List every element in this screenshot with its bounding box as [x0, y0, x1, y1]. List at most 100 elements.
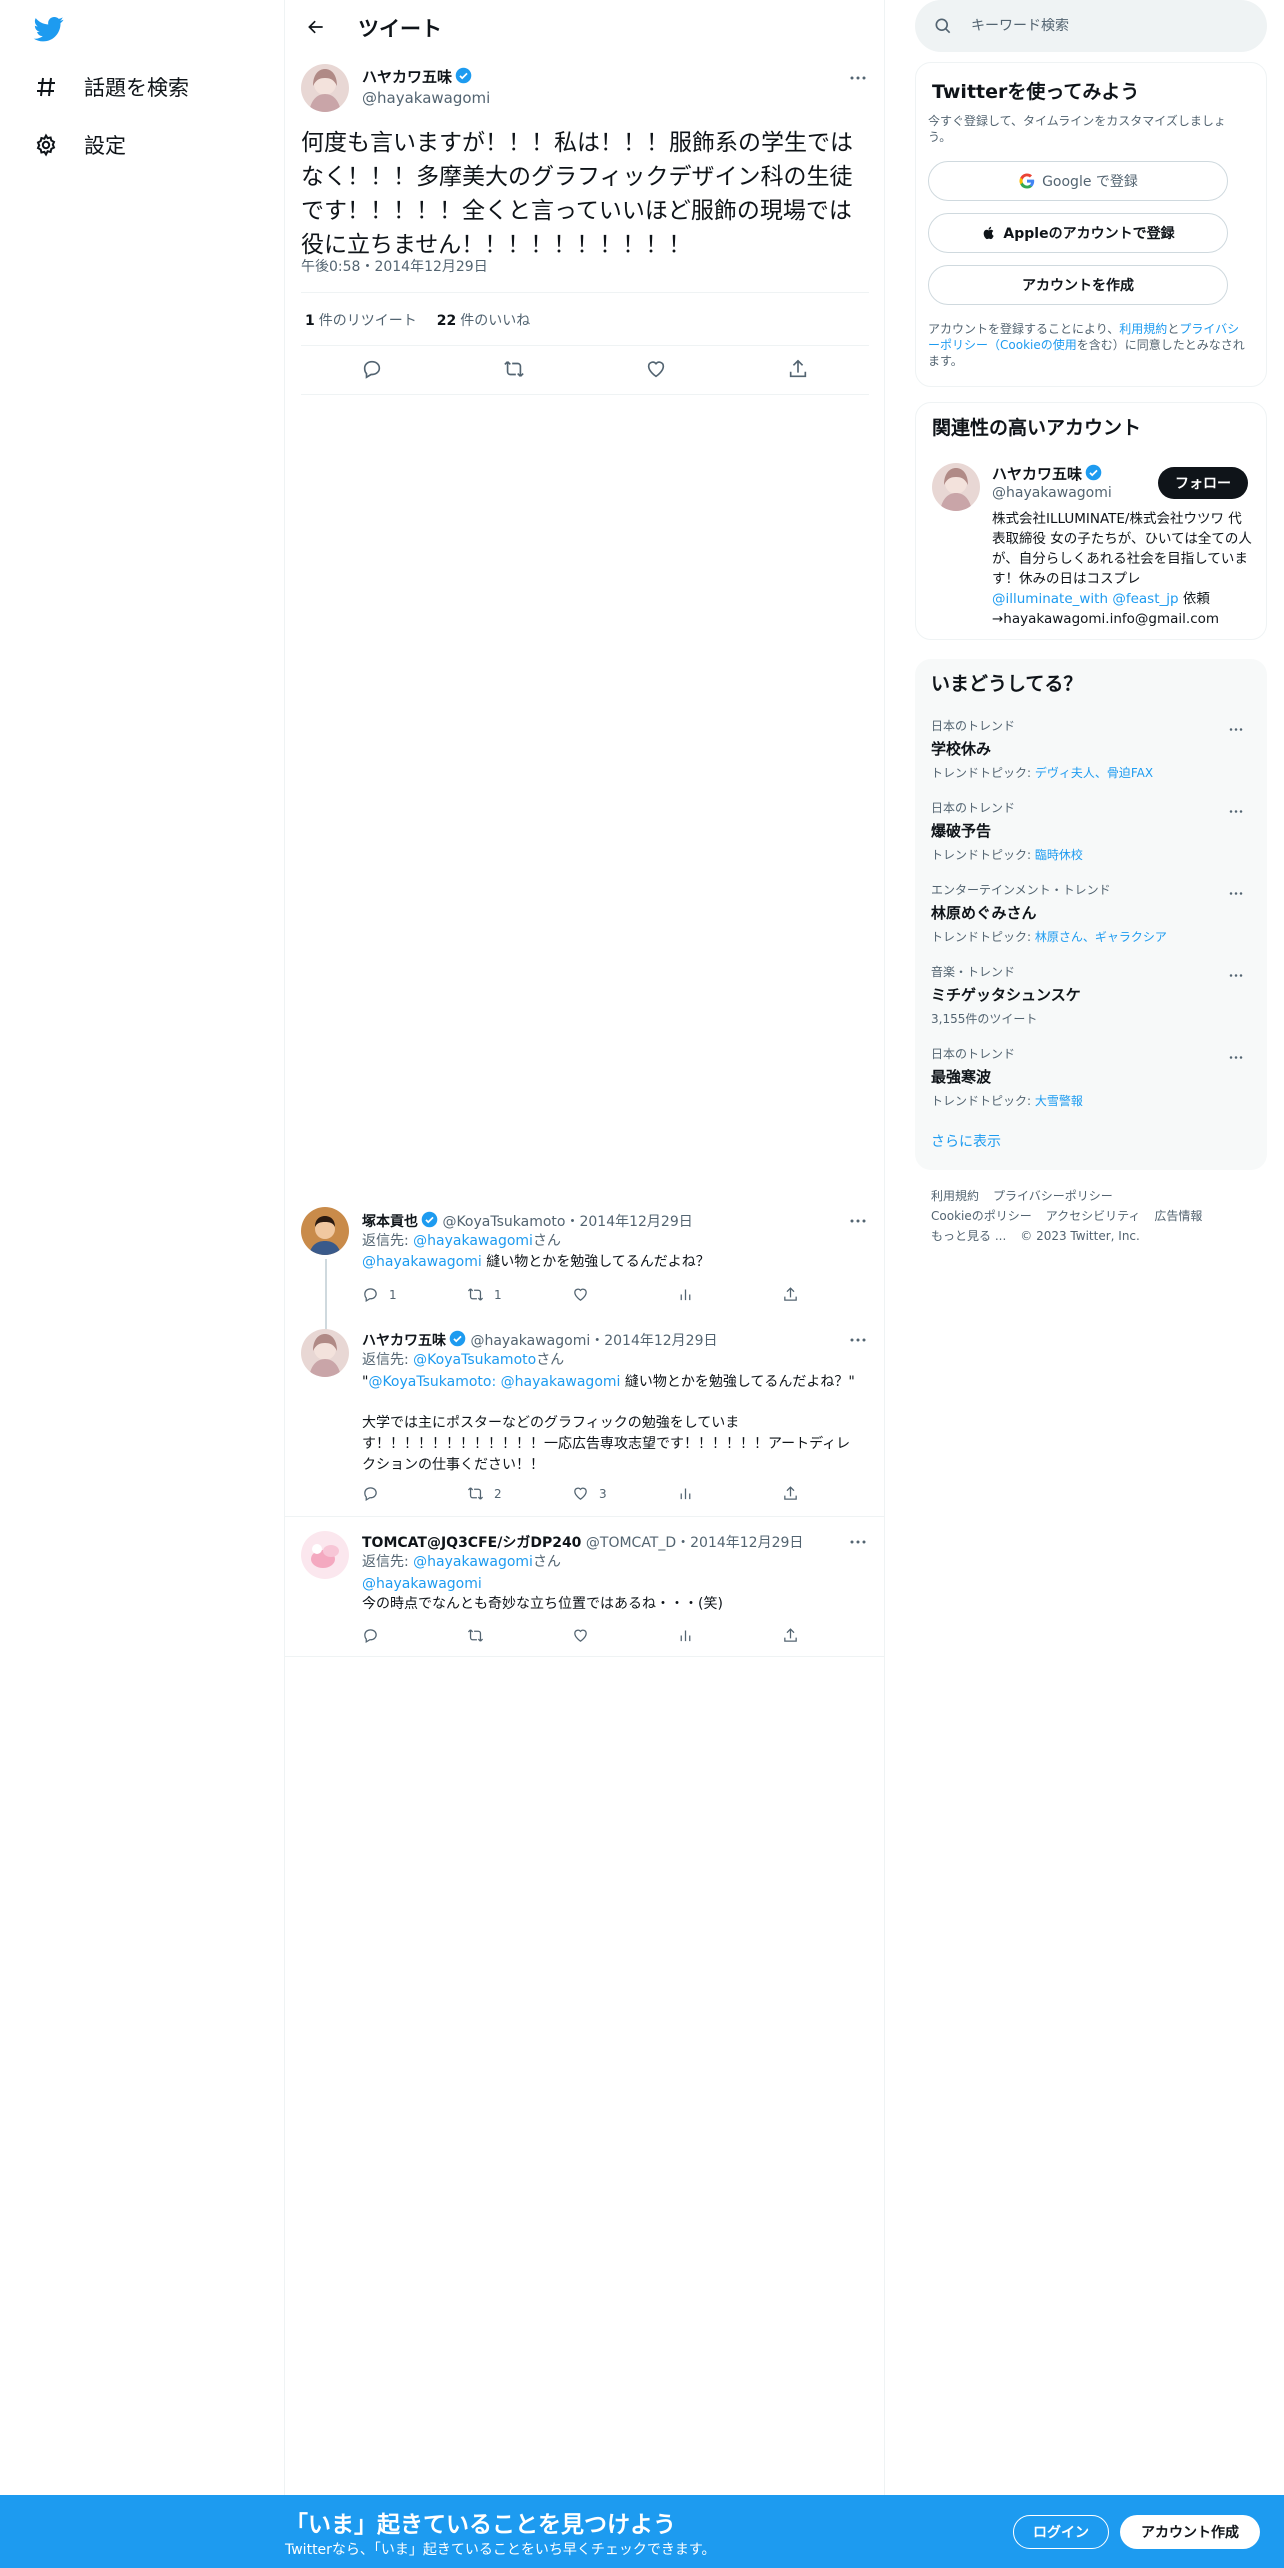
trend-topic-prefix: トレンドトピック: — [931, 766, 1035, 780]
footer-link[interactable]: Cookieのポリシー — [931, 1209, 1032, 1223]
mention-link[interactable]: @hayakawagomi — [362, 1254, 482, 1270]
more-options-button[interactable] — [1223, 719, 1249, 739]
retweet-icon — [467, 1487, 484, 1500]
retweet-stat-label: 件のリツイート — [318, 313, 417, 329]
reply-author-handle[interactable]: @KoyaTsukamoto — [442, 1214, 565, 1230]
trend-topic-link[interactable]: 林原さん、ギャラクシア — [1035, 930, 1167, 944]
nav-item-settings[interactable]: 設定 — [32, 130, 126, 160]
like-button[interactable] — [572, 1627, 632, 1644]
share-button[interactable] — [782, 1485, 802, 1502]
reply-date[interactable]: ・2014年12月29日 — [590, 1333, 717, 1349]
replying-to-link[interactable]: @KoyaTsukamoto — [413, 1352, 536, 1368]
related-author-handle[interactable]: @hayakawagomi — [992, 485, 1112, 501]
retweet-button[interactable] — [467, 1627, 527, 1644]
trend-item[interactable]: 日本のトレンド 学校休み トレンドトピック: デヴィ夫人、骨迫FAX — [931, 717, 1251, 781]
reply-author-name[interactable]: ハヤカワ五味 — [362, 1333, 446, 1349]
apple-signup-button[interactable]: Appleのアカウントで登録 — [928, 213, 1228, 253]
mention-link[interactable]: @KoyaTsukamoto — [368, 1374, 491, 1390]
nav-item-explore[interactable]: 話題を検索 — [32, 72, 189, 102]
reply-button[interactable] — [361, 358, 383, 380]
like-button[interactable]: 3 — [572, 1485, 632, 1502]
replying-to-link[interactable]: @hayakawagomi — [413, 1233, 533, 1249]
avatar[interactable] — [301, 1329, 349, 1377]
trend-item[interactable]: エンターテインメント・トレンド 林原めぐみさん トレンドトピック: 林原さん、ギ… — [931, 881, 1251, 945]
reply-author-handle[interactable]: @TOMCAT_D — [586, 1535, 676, 1551]
bar-chart-icon — [680, 1630, 691, 1642]
search-input[interactable] — [971, 18, 1251, 34]
tweet-timestamp[interactable]: 午後0:58・2014年12月29日 — [301, 256, 488, 276]
trend-topic-link[interactable]: 臨時休校 — [1035, 848, 1083, 862]
more-options-button[interactable] — [845, 1211, 871, 1231]
avatar[interactable] — [301, 1207, 349, 1255]
retweet-stat[interactable]: 1 件のリツイート — [305, 310, 417, 330]
heart-icon — [574, 1288, 587, 1301]
show-more-link[interactable]: さらに表示 — [931, 1131, 1001, 1151]
like-button[interactable] — [572, 1286, 632, 1303]
related-author-name[interactable]: ハヤカワ五味 — [992, 463, 1102, 484]
arrow-left-icon — [308, 20, 323, 34]
mention-link[interactable]: @feast_jp — [1112, 591, 1178, 607]
author-name-text: ハヤカワ五味 — [362, 68, 453, 86]
trend-topic-link[interactable]: デヴィ夫人、骨迫FAX — [1035, 766, 1153, 780]
avatar[interactable] — [932, 463, 980, 511]
reply-icon — [364, 1487, 377, 1502]
nav-item-label: 設定 — [84, 134, 126, 158]
views-button[interactable] — [677, 1286, 737, 1303]
author-handle[interactable]: @hayakawagomi — [362, 89, 490, 107]
terms-link[interactable]: 利用規約 — [1119, 322, 1167, 336]
more-options-button[interactable] — [845, 68, 871, 88]
mention-link[interactable]: @hayakawagomi — [362, 1576, 482, 1592]
trend-item[interactable]: 日本のトレンド 最強寒波 トレンドトピック: 大雪警報 — [931, 1045, 1251, 1109]
reply-tweet[interactable]: 塚本貢也 @KoyaTsukamoto・2014年12月29日 返信先: @ha… — [285, 1195, 885, 1359]
footer-link[interactable]: 利用規約 — [931, 1189, 979, 1203]
reply-button[interactable] — [362, 1485, 422, 1502]
avatar[interactable] — [301, 1531, 349, 1579]
footer-more-link[interactable]: もっと見る ... — [931, 1229, 1006, 1243]
more-options-button[interactable] — [845, 1330, 871, 1350]
views-button[interactable] — [677, 1627, 737, 1644]
follow-button[interactable]: フォロー — [1158, 467, 1248, 499]
reply-button[interactable]: 1 — [362, 1286, 422, 1303]
trend-topic-link[interactable]: 大雪警報 — [1035, 1094, 1083, 1108]
footer-link[interactable]: プライバシーポリシー — [993, 1189, 1113, 1203]
retweet-button[interactable] — [503, 358, 525, 380]
footer-link[interactable]: アクセシビリティ — [1046, 1209, 1141, 1223]
retweet-button[interactable]: 2 — [467, 1485, 527, 1502]
more-options-button[interactable] — [1223, 883, 1249, 903]
share-button[interactable] — [787, 358, 809, 380]
page-header: ツイート — [285, 0, 885, 53]
mention-link[interactable]: @hayakawagomi — [501, 1374, 621, 1390]
more-options-button[interactable] — [845, 1532, 871, 1552]
reply-button[interactable] — [362, 1627, 422, 1644]
author-name[interactable]: ハヤカワ五味 — [362, 66, 472, 87]
reply-date[interactable]: ・2014年12月29日 — [565, 1214, 692, 1230]
share-button[interactable] — [782, 1627, 802, 1644]
views-button[interactable] — [677, 1485, 737, 1502]
search-bar[interactable] — [915, 0, 1267, 52]
retweet-button[interactable]: 1 — [467, 1286, 527, 1303]
avatar[interactable] — [301, 64, 349, 112]
reply-tweet[interactable]: ハヤカワ五味 @hayakawagomi・2014年12月29日 返信先: @K… — [285, 1315, 885, 1517]
login-button[interactable]: ログイン — [1013, 2515, 1109, 2549]
reply-author-name[interactable]: TOMCAT@JQ3CFE/シガDP240 — [362, 1535, 581, 1551]
footer-link[interactable]: 広告情報 — [1154, 1209, 1202, 1223]
more-options-button[interactable] — [1223, 965, 1249, 985]
reply-author-name[interactable]: 塚本貢也 — [362, 1214, 418, 1230]
reply-date[interactable]: ・2014年12月29日 — [676, 1535, 803, 1551]
trend-item[interactable]: 音楽・トレンド ミチゲッタシュンスケ 3,155件のツイート — [931, 963, 1251, 1027]
mention-link[interactable]: @illuminate_with — [992, 591, 1108, 607]
replying-to-link[interactable]: @hayakawagomi — [413, 1554, 533, 1570]
share-button[interactable] — [782, 1286, 802, 1303]
back-button[interactable] — [299, 12, 333, 42]
signup-button[interactable]: アカウント作成 — [1120, 2515, 1260, 2549]
trend-item[interactable]: 日本のトレンド 爆破予告 トレンドトピック: 臨時休校 — [931, 799, 1251, 863]
create-account-button[interactable]: アカウントを作成 — [928, 265, 1228, 305]
reply-tweet[interactable]: TOMCAT@JQ3CFE/シガDP240 @TOMCAT_D・2014年12月… — [285, 1517, 885, 1657]
google-signup-button[interactable]: Google で登録 — [928, 161, 1228, 201]
like-button[interactable] — [645, 358, 667, 380]
more-options-button[interactable] — [1223, 1047, 1249, 1067]
like-stat[interactable]: 22 件のいいね — [437, 310, 530, 330]
reply-author-handle[interactable]: @hayakawagomi — [470, 1333, 590, 1349]
twitter-logo-icon[interactable] — [32, 14, 66, 44]
more-options-button[interactable] — [1223, 801, 1249, 821]
